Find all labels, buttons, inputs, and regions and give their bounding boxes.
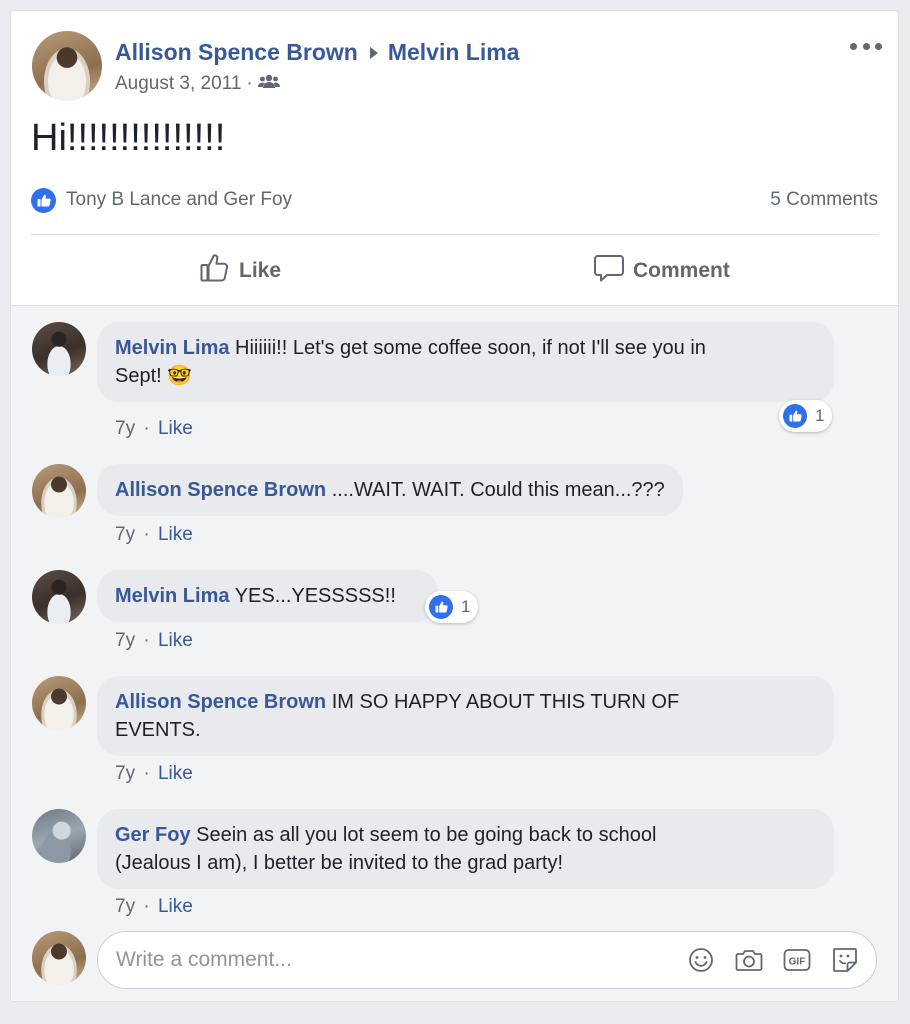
comment-text-continued: (Jealous I am), I better be invited to t…: [115, 852, 564, 874]
comment-text-continued: Sept!: [115, 365, 168, 387]
commenter-avatar[interactable]: [32, 676, 86, 730]
comment-input[interactable]: [116, 948, 668, 972]
like-reaction-icon[interactable]: [31, 187, 56, 213]
commenter-avatar[interactable]: [32, 322, 86, 376]
comment-line: Allison Spence Brown IM SO HAPPY ABOUT T…: [115, 688, 816, 716]
more-options-icon[interactable]: [850, 35, 882, 57]
comment-text: IM SO HAPPY ABOUT THIS TURN OF: [331, 691, 680, 713]
post-meta: August 3, 2011 ·: [115, 73, 280, 95]
post-text: Hi!!!!!!!!!!!!!!!: [31, 117, 226, 159]
nerd-face-emoji: 🤓: [167, 365, 193, 387]
post-header-names: Allison Spence Brown Melvin Lima: [115, 39, 519, 66]
sticker-icon[interactable]: [830, 945, 860, 975]
comment-meta: 7y · Like: [115, 630, 193, 652]
comment-meta: 7y · Like: [115, 418, 193, 440]
comment-button-label: Comment: [633, 259, 730, 282]
comment-bubble: Allison Spence Brown IM SO HAPPY ABOUT T…: [97, 676, 834, 756]
comment-composer: GIF: [97, 931, 877, 989]
comment-bubble: Allison Spence Brown ....WAIT. WAIT. Cou…: [97, 464, 683, 516]
comment-author[interactable]: Allison Spence Brown: [115, 691, 326, 713]
arrow-right-icon: [369, 46, 378, 59]
post-card: Allison Spence Brown Melvin Lima August …: [10, 10, 899, 1002]
comment-author[interactable]: Melvin Lima: [115, 585, 229, 607]
like-reaction-icon: [429, 595, 453, 619]
reaction-count: 1: [461, 597, 471, 616]
reaction-count: 1: [815, 406, 825, 425]
divider: [31, 234, 878, 235]
comment-like-link[interactable]: Like: [158, 418, 193, 439]
likes-names[interactable]: Tony B Lance and Ger Foy: [66, 189, 292, 211]
comment-text: Seein as all you lot seem to be going ba…: [196, 824, 657, 846]
comment-meta: 7y · Like: [115, 896, 193, 918]
friends-icon[interactable]: [257, 73, 280, 95]
commenter-avatar[interactable]: [32, 464, 86, 518]
like-button-label: Like: [239, 259, 282, 282]
comment-line: Ger Foy Seein as all you lot seem to be …: [115, 821, 816, 849]
author-name[interactable]: Allison Spence Brown: [115, 39, 358, 66]
comment-bubble: Melvin Lima Hiiiiii!! Let's get some cof…: [97, 322, 834, 402]
comment-age[interactable]: 7y: [115, 524, 135, 545]
comment-line: Melvin Lima Hiiiiii!! Let's get some cof…: [115, 334, 816, 362]
reactions-summary: Tony B Lance and Ger Foy 5 Comments: [31, 186, 878, 214]
comment-like-link[interactable]: Like: [158, 630, 193, 651]
comments-count[interactable]: 5 Comments: [770, 189, 878, 211]
commenter-avatar[interactable]: [32, 809, 86, 863]
commenter-avatar[interactable]: [32, 570, 86, 624]
meta-separator: ·: [143, 896, 150, 917]
comment-meta: 7y · Like: [115, 524, 193, 546]
comment-like-link[interactable]: Like: [158, 763, 193, 784]
like-button[interactable]: Like: [199, 251, 281, 291]
comment-age[interactable]: 7y: [115, 418, 135, 439]
comment-age[interactable]: 7y: [115, 630, 135, 651]
comment-author[interactable]: Allison Spence Brown: [115, 479, 326, 501]
post-date[interactable]: August 3, 2011: [115, 73, 241, 95]
comment-bubble: Ger Foy Seein as all you lot seem to be …: [97, 809, 834, 889]
comment-reaction[interactable]: 1: [779, 400, 833, 432]
meta-separator: ·: [143, 418, 150, 439]
camera-icon[interactable]: [734, 945, 764, 975]
meta-separator: ·: [143, 524, 150, 545]
comment-age[interactable]: 7y: [115, 896, 135, 917]
comment-button[interactable]: Comment: [593, 251, 730, 291]
comment-line: Sept! 🤓: [115, 362, 816, 390]
emoji-icon[interactable]: [686, 945, 716, 975]
comment-bubble: Melvin Lima YES...YESSSSS!!: [97, 570, 438, 622]
thumbs-up-icon: [199, 252, 239, 290]
author-avatar[interactable]: [32, 31, 102, 101]
gif-icon[interactable]: GIF: [782, 945, 812, 975]
svg-text:GIF: GIF: [789, 957, 806, 968]
comment-reaction[interactable]: 1: [425, 591, 479, 623]
meta-separator: ·: [246, 73, 253, 94]
like-reaction-icon: [783, 404, 807, 428]
comment-author[interactable]: Melvin Lima: [115, 337, 229, 359]
comment-age[interactable]: 7y: [115, 763, 135, 784]
current-user-avatar[interactable]: [32, 931, 86, 985]
comment-text: ....WAIT. WAIT. Could this mean...???: [331, 479, 665, 501]
comments-section: Melvin Lima Hiiiiii!! Let's get some cof…: [11, 306, 898, 1001]
comment-text: YES...YESSSSS!!: [234, 585, 396, 607]
comment-meta: 7y · Like: [115, 763, 193, 785]
comment-text-continued: EVENTS.: [115, 719, 201, 741]
comment-author[interactable]: Ger Foy: [115, 824, 191, 846]
meta-separator: ·: [143, 630, 150, 651]
meta-separator: ·: [143, 763, 150, 784]
comment-text: Hiiiiii!! Let's get some coffee soon, if…: [235, 337, 706, 359]
comment-like-link[interactable]: Like: [158, 524, 193, 545]
recipient-name[interactable]: Melvin Lima: [388, 39, 520, 66]
comment-bubble-icon: [593, 252, 633, 290]
comment-like-link[interactable]: Like: [158, 896, 193, 917]
